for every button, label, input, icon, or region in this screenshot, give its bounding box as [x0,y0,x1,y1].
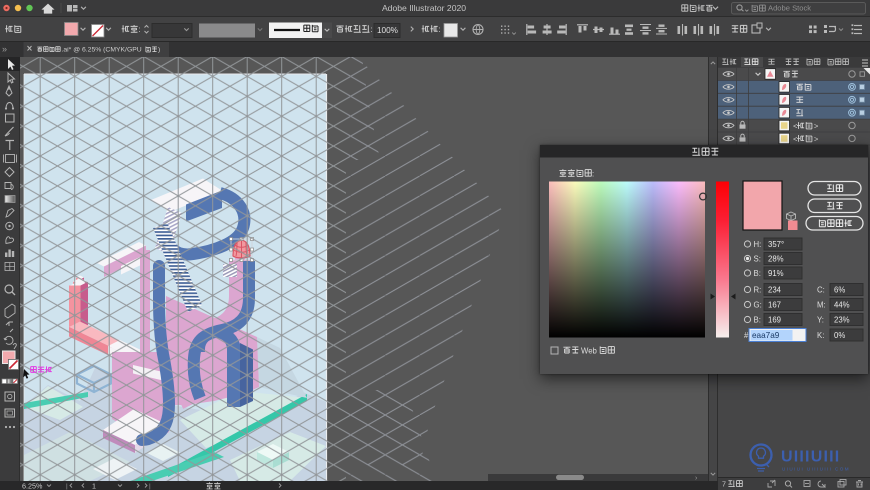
svg-text:C:: C: [817,286,825,295]
svg-text:UIIIUIII: UIIIUIII [781,449,840,466]
svg-text:Adobe Stock: Adobe Stock [768,4,811,13]
svg-text:|: | [149,483,151,490]
svg-text:28%: 28% [768,255,784,264]
svg-text:B:: B: [754,316,761,325]
svg-text::: : [592,170,594,179]
svg-text:167: 167 [768,301,781,310]
svg-text:.ai* @ 6.25% (CMYK/GPU: .ai* @ 6.25% (CMYK/GPU [62,47,142,54]
svg-text:S:: S: [754,255,761,264]
svg-text:Adobe Illustrator 2020: Adobe Illustrator 2020 [382,3,466,13]
svg-text:K:: K: [817,331,824,340]
svg-text:<: < [793,134,798,143]
svg-text::: : [439,25,441,34]
svg-text:7: 7 [722,480,726,489]
svg-text:B:: B: [754,269,761,278]
svg-text:357°: 357° [768,240,784,249]
svg-text:1: 1 [92,482,96,490]
svg-text:M:: M: [817,301,826,310]
svg-text:R:: R: [754,286,762,295]
svg-text:|: | [66,483,68,490]
svg-text:): ) [158,47,160,54]
svg-text:Web: Web [581,347,598,356]
svg-text:Y:: Y: [817,316,824,325]
svg-text:UIUIUI UIIIUIII COM: UIUIUI UIIIUIII COM [782,467,850,472]
svg-text:44%: 44% [834,301,850,310]
svg-text:eaa7a9: eaa7a9 [752,331,780,340]
svg-text:100%: 100% [377,26,398,35]
svg-text:<: < [793,122,798,131]
svg-text:#: # [744,331,749,340]
svg-text:6%: 6% [834,286,845,295]
svg-text:91%: 91% [768,269,784,278]
svg-text::: : [371,25,373,34]
svg-text:H:: H: [754,240,762,249]
svg-text:0%: 0% [834,331,845,340]
svg-text:23%: 23% [834,316,850,325]
svg-text:G:: G: [754,301,762,310]
svg-text:»: » [2,44,7,54]
svg-text:>: > [814,134,819,143]
svg-text:234: 234 [768,286,782,295]
svg-text::: : [139,25,141,34]
svg-text:6.25%: 6.25% [22,482,43,490]
svg-text:169: 169 [768,316,781,325]
svg-text:>: > [814,122,819,131]
